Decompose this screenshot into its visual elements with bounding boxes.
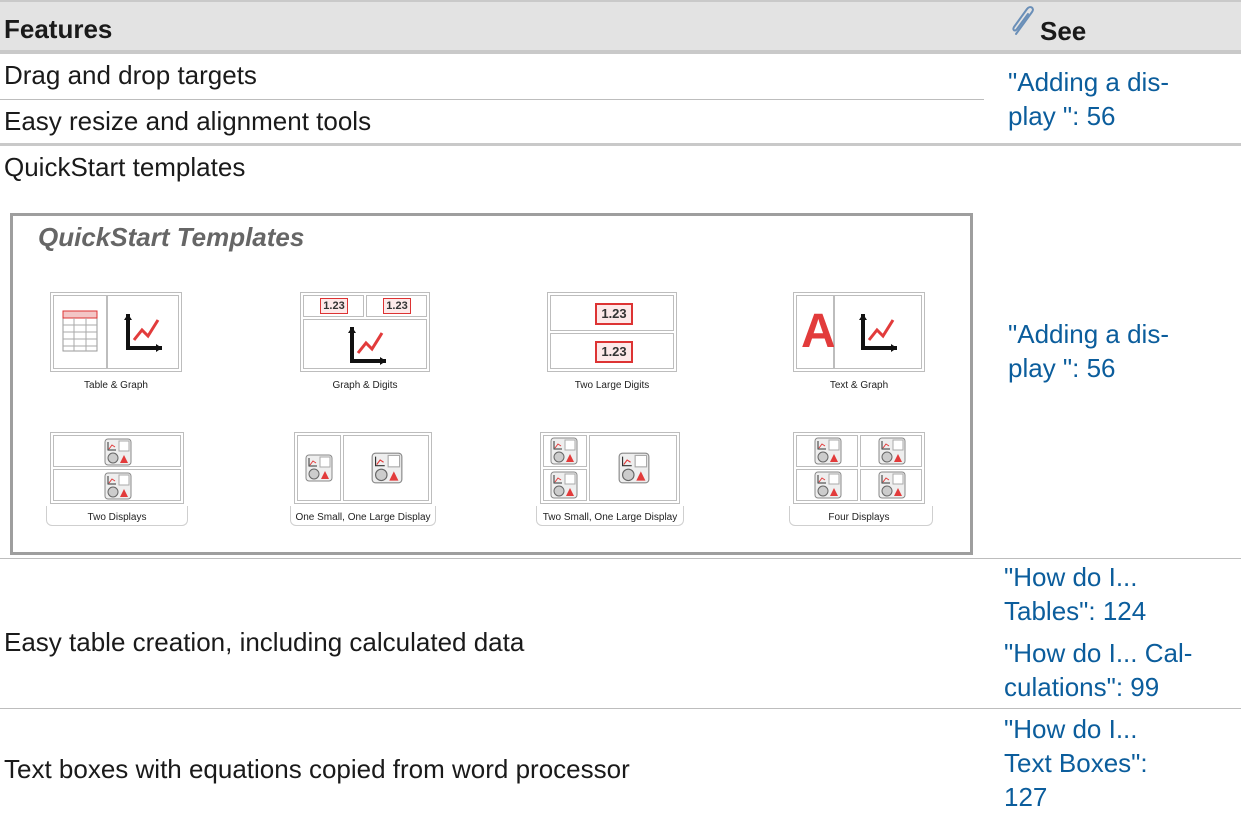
template-cell: [860, 435, 922, 467]
template-cell: [53, 295, 107, 369]
paperclip-icon: [1012, 6, 1034, 35]
display-icon: [104, 438, 132, 466]
template-cell: [543, 435, 587, 467]
template-cell: A: [796, 295, 836, 369]
template-caption: Graph & Digits: [332, 380, 398, 391]
template-cell: 1.23: [550, 333, 674, 369]
digits-display: 1.23: [383, 298, 411, 314]
template-cell: [796, 469, 858, 501]
display-icon: [305, 454, 333, 482]
template-cell: [796, 435, 858, 467]
display-icon: [104, 472, 132, 500]
template-caption: Table & Graph: [84, 380, 148, 391]
template-cell: [543, 469, 587, 501]
link-line[interactable]: play ": 56: [1008, 99, 1169, 133]
link-text-boxes[interactable]: "How do I... Text Boxes": 127: [1004, 712, 1148, 814]
template-cell: [297, 435, 341, 501]
graph-icon: [124, 314, 162, 352]
display-icon: [814, 437, 842, 465]
digits-display: 1.23: [320, 298, 348, 314]
text-letter-icon: A: [801, 305, 836, 358]
display-icon: [371, 452, 403, 484]
link-line[interactable]: play ": 56: [1008, 351, 1169, 385]
table-icon: [62, 310, 98, 352]
template-cell: [107, 295, 179, 369]
graph-icon: [348, 327, 386, 365]
link-line[interactable]: culations": 99: [1004, 670, 1192, 704]
digits-display: 1.23: [595, 303, 633, 325]
feature-table-creation: Easy table creation, including calculate…: [4, 627, 525, 657]
feature-quickstart: QuickStart templates: [4, 152, 246, 182]
link-line[interactable]: Tables": 124: [1004, 594, 1146, 628]
link-line[interactable]: "How do I...: [1004, 712, 1148, 746]
template-cell: 1.23: [366, 295, 427, 317]
template-caption: Text & Graph: [829, 380, 889, 391]
see-column-header: See: [1040, 16, 1087, 46]
template-cell: [343, 435, 429, 501]
display-icon: [550, 471, 578, 499]
template-cell: 1.23: [550, 295, 674, 331]
graph-icon: [859, 314, 897, 352]
quickstart-panel-title: QuickStart Templates: [38, 222, 305, 252]
row-divider: [0, 558, 1241, 559]
display-icon: [878, 471, 906, 499]
template-cell: [53, 435, 181, 467]
display-icon: [618, 452, 650, 484]
template-caption: Four Displays: [828, 512, 890, 523]
features-column-header: Features: [4, 14, 113, 44]
link-line[interactable]: "How do I...: [1004, 560, 1146, 594]
link-adding-display-1[interactable]: "Adding a dis- play ": 56: [1008, 65, 1169, 133]
link-line[interactable]: "Adding a dis-: [1008, 317, 1169, 351]
feature-text-boxes: Text boxes with equations copied from wo…: [4, 754, 630, 784]
template-cell: [860, 469, 922, 501]
display-icon: [878, 437, 906, 465]
template-caption: Two Small, One Large Display: [542, 512, 678, 523]
row-divider: [0, 99, 984, 100]
template-cell: [303, 319, 427, 369]
link-calculations[interactable]: "How do I... Cal- culations": 99: [1004, 636, 1192, 704]
link-line[interactable]: Text Boxes":: [1004, 746, 1148, 780]
display-icon: [550, 437, 578, 465]
template-cell: [834, 295, 922, 369]
feature-drag-drop: Drag and drop targets: [4, 60, 257, 90]
digits-display: 1.23: [595, 341, 633, 363]
template-cell: [589, 435, 677, 501]
link-line[interactable]: 127: [1004, 780, 1148, 814]
template-caption: Two Large Digits: [574, 380, 650, 391]
template-cell: 1.23: [303, 295, 364, 317]
template-caption: One Small, One Large Display: [295, 512, 431, 523]
template-cell: [53, 469, 181, 501]
link-tables[interactable]: "How do I... Tables": 124: [1004, 560, 1146, 628]
link-line[interactable]: "How do I... Cal-: [1004, 636, 1192, 670]
row-divider: [0, 143, 1241, 146]
display-icon: [814, 471, 842, 499]
row-divider: [0, 708, 1241, 709]
link-line[interactable]: "Adding a dis-: [1008, 65, 1169, 99]
template-caption: Two Displays: [87, 512, 147, 523]
feature-resize-align: Easy resize and alignment tools: [4, 106, 372, 136]
link-adding-display-2[interactable]: "Adding a dis- play ": 56: [1008, 317, 1169, 385]
